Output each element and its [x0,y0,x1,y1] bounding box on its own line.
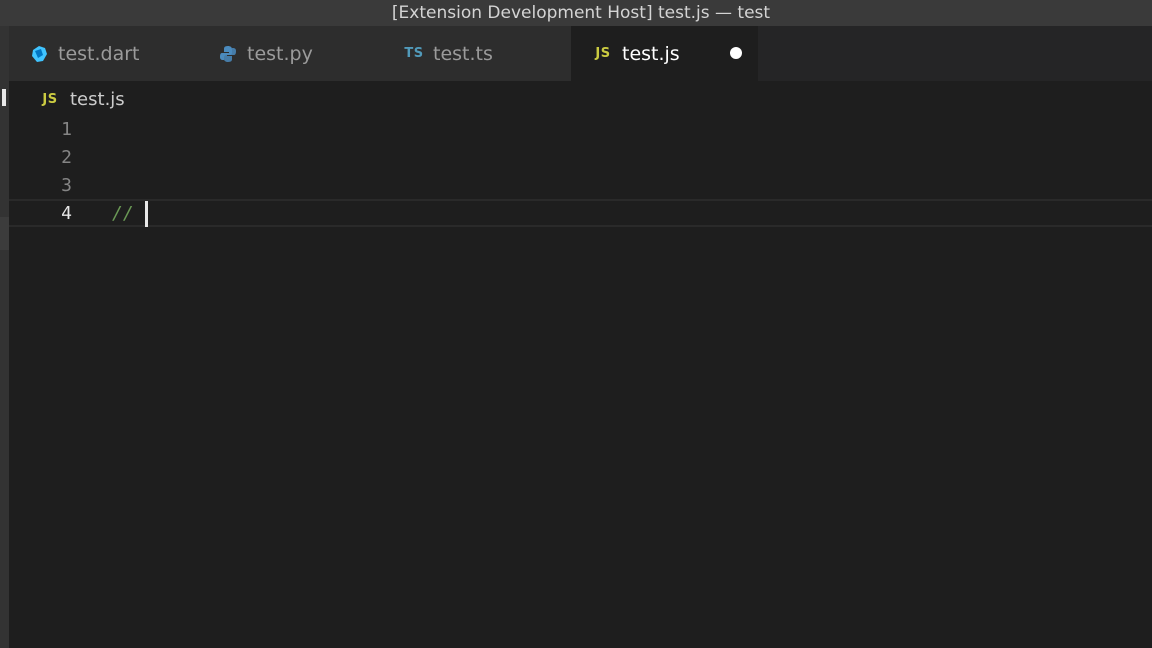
editor-line[interactable]: 2 [0,143,1152,171]
line-number: 3 [61,175,72,196]
breadcrumb-file[interactable]: test.js [70,89,125,110]
javascript-icon: JS [595,46,611,61]
line-number: 4 [61,203,72,224]
unsaved-dot-icon[interactable] [730,47,742,59]
tab-label: test.dart [58,42,140,65]
text-cursor [145,201,148,227]
editor-line[interactable]: 3 [0,171,1152,199]
tab-label: test.ts [433,42,493,65]
title-bar: [Extension Development Host] test.js — t… [0,0,1152,26]
tab-test-ts[interactable]: TS test.ts [378,26,571,81]
javascript-icon: JS [42,91,58,107]
typescript-icon: TS [404,46,424,61]
dart-icon [29,44,49,64]
breadcrumb[interactable]: JS test.js [40,86,125,112]
line-code[interactable]: // [112,203,134,224]
tab-label: test.js [622,42,680,65]
line-number: 1 [61,119,72,140]
editor-line-current[interactable]: 4 // [0,199,1152,227]
editor-line[interactable]: 1 [0,115,1152,143]
tab-test-py[interactable]: test.py [190,26,378,81]
editor-gutter-marker [0,86,9,110]
tab-test-dart[interactable]: test.dart [9,26,190,81]
window-title: [Extension Development Host] test.js — t… [391,3,771,23]
tab-test-js[interactable]: JS test.js [571,26,758,81]
tab-label: test.py [247,42,313,65]
tab-strip: test.dart test.py TS test.ts JS test.js [0,26,1152,81]
python-icon [218,44,238,64]
line-number: 2 [61,147,72,168]
